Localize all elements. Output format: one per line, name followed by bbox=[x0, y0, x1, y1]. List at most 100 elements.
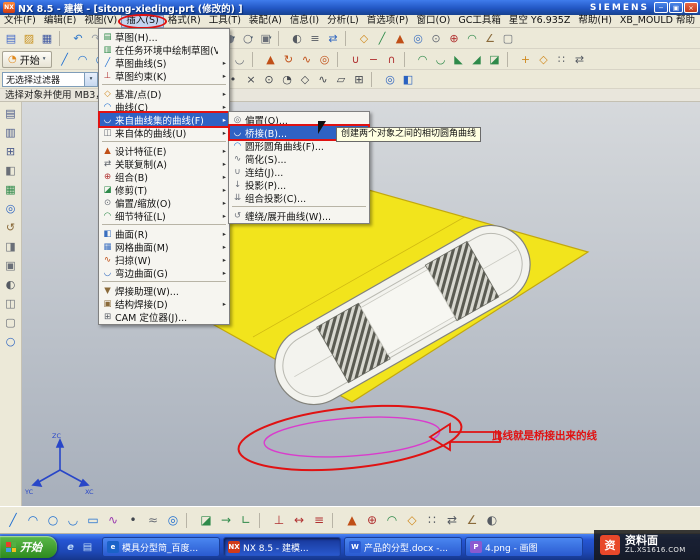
pattern-quick-button[interactable]: ∷ bbox=[422, 510, 442, 530]
subtract-boolean-button[interactable]: − bbox=[365, 50, 383, 68]
wireframe-view-button[interactable]: ○▾ bbox=[239, 29, 257, 47]
menubar-item-5[interactable]: 工具(T) bbox=[205, 15, 245, 28]
snap-existing-point-button[interactable]: ◇ bbox=[296, 70, 314, 88]
start-menu-button[interactable]: ◔ 开始 ▾ bbox=[2, 51, 52, 68]
profile-button[interactable]: ╱ bbox=[3, 510, 23, 530]
menubar-item-3[interactable]: 插入(S) bbox=[121, 15, 163, 28]
constraint-navigator-button[interactable]: ▥ bbox=[2, 123, 20, 141]
open-folder-button[interactable]: ▨ bbox=[20, 29, 38, 47]
move-object-button[interactable]: ⇄ bbox=[324, 29, 342, 47]
sweep-feature-button[interactable]: ∿ bbox=[298, 50, 316, 68]
menubar-item-1[interactable]: 编辑(E) bbox=[40, 15, 80, 28]
menubar-item-6[interactable]: 装配(A) bbox=[245, 15, 286, 28]
menubar-item-8[interactable]: 分析(L) bbox=[323, 15, 363, 28]
menu-item-offset-scale[interactable]: ⊙偏置/缩放(O)▸ bbox=[100, 196, 228, 209]
menu-item-detail-feature[interactable]: ◠细节特征(L)▸ bbox=[100, 209, 228, 222]
menubar-item-12[interactable]: 星空 Y6.935Z bbox=[505, 15, 575, 28]
combo-arrow-icon[interactable]: ▾ bbox=[84, 73, 97, 86]
menu-item-offset-curve-cmd[interactable]: ◎偏置(O)... bbox=[230, 113, 368, 126]
internet-explorer-button[interactable]: ○ bbox=[2, 332, 20, 350]
minimize-button[interactable]: ─ bbox=[654, 2, 668, 13]
part-navigator-button[interactable]: ⊞ bbox=[2, 142, 20, 160]
menu-item-curve-from-curves[interactable]: ◡来自曲线集的曲线(F)▸ bbox=[100, 113, 228, 126]
geometric-constraints-button[interactable]: ⊥ bbox=[269, 510, 289, 530]
extrude-button[interactable]: ▲ bbox=[391, 29, 409, 47]
make-corner-button[interactable]: ∟ bbox=[236, 510, 256, 530]
roles-button[interactable]: ◐ bbox=[2, 275, 20, 293]
datum-quick-button[interactable]: ◇ bbox=[402, 510, 422, 530]
process-studio-button[interactable]: ◨ bbox=[2, 237, 20, 255]
datum-plane-2-button[interactable]: ◇ bbox=[535, 50, 553, 68]
chamfer-feature-button[interactable]: ◣ bbox=[450, 50, 468, 68]
measure-button[interactable]: ∠ bbox=[462, 510, 482, 530]
dropdown-arrow-icon[interactable]: ▾ bbox=[233, 35, 236, 41]
sketch-button[interactable]: ╱ bbox=[373, 29, 391, 47]
show-desktop[interactable]: ▤ bbox=[80, 540, 95, 555]
snap-point-on-curve-button[interactable]: ∿ bbox=[314, 70, 332, 88]
touch-panel-button[interactable]: ▢ bbox=[2, 313, 20, 331]
menu-item-curve[interactable]: ◠曲线(C)▸ bbox=[100, 100, 228, 113]
menu-item-design-feature[interactable]: ▲设计特征(E)▸ bbox=[100, 144, 228, 157]
shell-button[interactable]: ▢ bbox=[499, 29, 517, 47]
menu-item-combined-projection[interactable]: ⇊组合投影(C)... bbox=[230, 191, 368, 204]
unite-quick-button[interactable]: ⊕ bbox=[362, 510, 382, 530]
menubar-item-11[interactable]: GC工具箱 bbox=[454, 15, 505, 28]
unite-boolean-button[interactable]: ∪ bbox=[347, 50, 365, 68]
menu-item-associative-copy[interactable]: ⇄关联复制(A)▸ bbox=[100, 157, 228, 170]
revolve-feature-button[interactable]: ↻ bbox=[280, 50, 298, 68]
arc-button[interactable]: ◠ bbox=[74, 50, 92, 68]
layer-settings-button[interactable]: ≡ bbox=[306, 29, 324, 47]
system-materials-button[interactable]: ◫ bbox=[2, 294, 20, 312]
spline-tool-button[interactable]: ∿ bbox=[103, 510, 123, 530]
chamfer-button[interactable]: ∠ bbox=[481, 29, 499, 47]
taskbar-task-1[interactable]: NXNX 8.5 - 建模... bbox=[223, 537, 341, 557]
extrude-quick-button[interactable]: ▲ bbox=[342, 510, 362, 530]
dimension-button[interactable]: ↔ bbox=[289, 510, 309, 530]
edge-blend-quick-button[interactable]: ◠ bbox=[382, 510, 402, 530]
menu-item-weld-assistant[interactable]: ▼焊接助理(W)... bbox=[100, 284, 228, 297]
intersect-boolean-button[interactable]: ∩ bbox=[383, 50, 401, 68]
draft-feature-button[interactable]: ◢ bbox=[468, 50, 486, 68]
circle-tool-button[interactable]: ○ bbox=[43, 510, 63, 530]
menubar-item-14[interactable]: XB_MOULD 帮助 bbox=[616, 15, 699, 28]
history-button[interactable]: ↺ bbox=[2, 218, 20, 236]
fillet-tool-button[interactable]: ◡ bbox=[63, 510, 83, 530]
menu-item-sketch-in-task-env[interactable]: ▥在任务环境中绘制草图(V)... bbox=[100, 43, 228, 56]
undo-button[interactable]: ↶ bbox=[69, 29, 87, 47]
dropdown-arrow-icon[interactable]: ▾ bbox=[251, 35, 254, 41]
menu-item-sweep[interactable]: ∿扫掠(W)▸ bbox=[100, 253, 228, 266]
menubar-item-13[interactable]: 帮助(H) bbox=[574, 15, 616, 28]
rectangle-tool-button[interactable]: ▭ bbox=[83, 510, 103, 530]
close-button[interactable]: × bbox=[684, 2, 698, 13]
menubar-item-10[interactable]: 窗口(O) bbox=[412, 15, 454, 28]
menubar-item-7[interactable]: 信息(I) bbox=[286, 15, 323, 28]
mirror-feature-button[interactable]: ⇄ bbox=[571, 50, 589, 68]
menu-item-sketch[interactable]: ▤草图(H)... bbox=[100, 30, 228, 43]
quick-trim-button[interactable]: ◪ bbox=[196, 510, 216, 530]
snap-quadrant-point-button[interactable]: ◔ bbox=[278, 70, 296, 88]
dropdown-arrow-icon[interactable]: ▾ bbox=[269, 35, 272, 41]
snap-bounded-grid-button[interactable]: ⊞ bbox=[350, 70, 368, 88]
object-display-button[interactable]: ◐ bbox=[482, 510, 502, 530]
menu-item-project-curve-cmd[interactable]: ↓投影(P)... bbox=[230, 178, 368, 191]
menubar-item-0[interactable]: 文件(F) bbox=[0, 15, 40, 28]
menu-item-curve-from-bodies[interactable]: ◫来自体的曲线(U)▸ bbox=[100, 126, 228, 139]
point-tool-button[interactable]: • bbox=[123, 510, 143, 530]
auto-dimension-button[interactable]: ≡ bbox=[309, 510, 329, 530]
revolve-button[interactable]: ◎ bbox=[409, 29, 427, 47]
snap-intersection-button[interactable]: × bbox=[242, 70, 260, 88]
menu-item-datum-point[interactable]: ◇基准/点(D)▸ bbox=[100, 87, 228, 100]
menu-item-combine[interactable]: ⊕组合(B)▸ bbox=[100, 170, 228, 183]
hd3d-tool-button[interactable]: ▦ bbox=[2, 180, 20, 198]
web-browser-button[interactable]: ◎ bbox=[2, 199, 20, 217]
menu-item-flange-surface[interactable]: ◡弯边曲面(G)▸ bbox=[100, 266, 228, 279]
manufacturing-wizard-button[interactable]: ▣ bbox=[2, 256, 20, 274]
menu-item-sketch-constraint[interactable]: ⊥草图约束(K)▸ bbox=[100, 69, 228, 82]
restore-button[interactable]: ▣ bbox=[669, 2, 683, 13]
offset-tool-button[interactable]: ≈ bbox=[143, 510, 163, 530]
ie-quicklaunch[interactable]: e bbox=[63, 540, 78, 555]
trim-body-button[interactable]: ◪ bbox=[486, 50, 504, 68]
menu-item-simplify-curve[interactable]: ∿简化(S)... bbox=[230, 152, 368, 165]
save-file-button[interactable]: ▦ bbox=[38, 29, 56, 47]
arc-tool-button[interactable]: ◠ bbox=[23, 510, 43, 530]
